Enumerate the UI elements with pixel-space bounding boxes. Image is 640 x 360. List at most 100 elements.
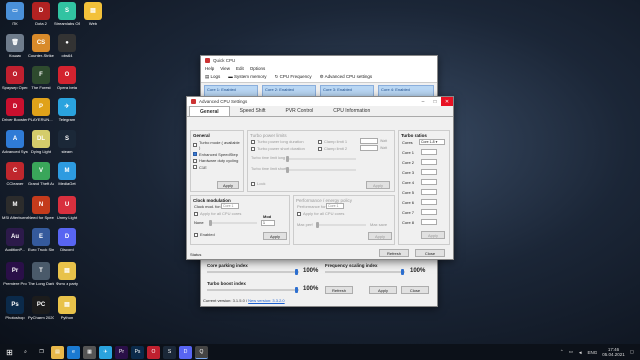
lock-box[interactable] bbox=[251, 181, 255, 186]
clock-apply-all-checkbox[interactable]: Apply for all CPU cores bbox=[194, 211, 241, 216]
speedstep-checkbox[interactable]: Enhanced SpeedStep bbox=[193, 152, 241, 157]
clamp1-checkbox[interactable]: Clamp limit 1 bbox=[318, 139, 347, 144]
short-duration-box[interactable] bbox=[251, 146, 255, 151]
perf-policy-thumb[interactable] bbox=[316, 222, 319, 228]
desktop-icon[interactable]: ▭ ПК bbox=[2, 2, 28, 26]
core-parking-slider[interactable] bbox=[207, 269, 299, 275]
cpu-frequency-button[interactable]: ↻ CPU Frequency bbox=[275, 74, 312, 80]
clamp1-box[interactable] bbox=[318, 139, 322, 144]
desktop-icon[interactable]: AAdvanced SystemCare bbox=[2, 130, 28, 154]
taskbar-edge-icon[interactable]: e bbox=[67, 345, 80, 359]
duty-cycling-checkbox[interactable]: Hardware duty cycling bbox=[193, 158, 241, 163]
quickcpu-apply-button[interactable]: Apply bbox=[369, 286, 397, 294]
desktop-icon[interactable]: D Dota 2 bbox=[28, 2, 54, 26]
desktop-icon[interactable]: VGrand Theft Auto V bbox=[28, 162, 54, 186]
perf-apply-all-box[interactable] bbox=[297, 211, 301, 216]
taskbar-quickcpu-icon[interactable]: Q bbox=[195, 345, 208, 359]
desktop-icon[interactable]: ▤ Web bbox=[80, 2, 106, 26]
desktop-icon[interactable]: T The Long Dark bbox=[28, 262, 54, 286]
desktop-icon[interactable]: OSpaysep Opera GX bbox=[2, 66, 28, 90]
desktop-icon[interactable]: ▤ Python bbox=[54, 296, 80, 320]
long-limit-thumb[interactable] bbox=[286, 156, 289, 162]
c1e-checkbox[interactable]: C1E bbox=[193, 165, 241, 170]
long-watt-input[interactable] bbox=[360, 138, 378, 144]
taskbar-store-icon[interactable]: ▦ bbox=[83, 345, 96, 359]
duty-cycling-box[interactable] bbox=[193, 158, 197, 163]
menu-help[interactable]: Help bbox=[205, 66, 214, 71]
taskbar-premiere-icon[interactable]: Pr bbox=[115, 345, 128, 359]
tray-clock[interactable]: 17:46 05.04.2021 bbox=[602, 347, 625, 357]
clock-apply-all-box[interactable] bbox=[194, 211, 198, 216]
tray-volume-icon[interactable]: ◄ bbox=[578, 350, 582, 355]
long-duration-checkbox[interactable]: Turbo power long duration bbox=[251, 139, 304, 144]
clock-mod-apply-button[interactable]: Apply bbox=[263, 232, 287, 240]
tab-general[interactable]: General bbox=[189, 106, 230, 116]
desktop-icon[interactable]: DL Dying Light bbox=[28, 130, 54, 154]
turbo-ratio-input[interactable] bbox=[421, 209, 437, 215]
long-duration-box[interactable] bbox=[251, 139, 255, 144]
desktop-icon[interactable]: CSCounter-Strike Global Offe... bbox=[28, 34, 54, 58]
turbo-ratio-input[interactable] bbox=[421, 159, 437, 165]
quickcpu-refresh-button[interactable]: Refresh bbox=[325, 286, 353, 294]
clock-mod-thumb[interactable] bbox=[209, 220, 212, 226]
taskbar-taskview-icon[interactable]: ❐ bbox=[35, 346, 48, 359]
advanced-refresh-button[interactable]: Refresh bbox=[379, 249, 409, 257]
desktop-icon[interactable]: Ps Photoshop bbox=[2, 296, 28, 320]
desktop-icon[interactable]: M MSI Afterburner bbox=[2, 196, 28, 220]
taskbar-opera-icon[interactable]: O bbox=[147, 345, 160, 359]
tab-cpu-information[interactable]: CPU Information bbox=[323, 106, 380, 116]
notification-icon[interactable]: ▢ bbox=[630, 349, 634, 355]
quickcpu-titlebar[interactable]: Quick CPU bbox=[201, 56, 437, 65]
start-button[interactable]: ⊞ bbox=[3, 346, 16, 359]
clamp2-checkbox[interactable]: Clamp limit 2 bbox=[318, 146, 347, 151]
desktop-icon[interactable]: ✈ Telegram bbox=[54, 98, 80, 122]
desktop-icon[interactable]: D Discord bbox=[54, 228, 80, 252]
desktop-icon[interactable]: F The Forest bbox=[28, 66, 54, 90]
taskbar-telegram-icon[interactable]: ✈ bbox=[99, 345, 112, 359]
taskbar-search-icon[interactable]: ⌕ bbox=[19, 346, 32, 359]
short-watt-input[interactable] bbox=[360, 145, 378, 151]
taskbar-photoshop-icon[interactable]: Ps bbox=[131, 345, 144, 359]
tab-speed-shift[interactable]: Speed Shift bbox=[230, 106, 276, 116]
perf-policy-apply-button[interactable]: Apply bbox=[368, 232, 392, 240]
maximize-icon[interactable]: □ bbox=[429, 97, 441, 106]
desktop-icon[interactable]: SStreamlabs OBS bbox=[54, 2, 80, 26]
turbo-ratio-input[interactable] bbox=[421, 169, 437, 175]
clock-mod-core-select[interactable]: Core 1 bbox=[221, 203, 239, 209]
perf-apply-all-checkbox[interactable]: Apply for all CPU cores bbox=[297, 211, 344, 216]
logs-button[interactable]: ▤ Logs bbox=[205, 74, 220, 80]
desktop-icon[interactable]: DDriver Booster 8 bbox=[2, 98, 28, 122]
system-memory-button[interactable]: ▬ System memory bbox=[228, 74, 266, 80]
desktop-icon[interactable]: Ssteam bbox=[54, 130, 80, 154]
mod-value-input[interactable]: 1 bbox=[261, 220, 275, 226]
turbo-ratio-input[interactable] bbox=[421, 219, 437, 225]
taskbar-steam-icon[interactable]: S bbox=[163, 345, 176, 359]
desktop-icon[interactable]: PPLAYERUN... BATTLEGR... bbox=[28, 98, 54, 122]
tray-chevron-icon[interactable]: ⌃ bbox=[560, 349, 564, 355]
desktop-icon[interactable]: EEuro Truck Simulator 2 bbox=[28, 228, 54, 252]
cores-select[interactable]: Core 1-8 ▾ bbox=[419, 139, 445, 145]
perf-policy-slider[interactable] bbox=[316, 222, 366, 228]
clock-mod-slider[interactable] bbox=[209, 220, 257, 226]
turbo-ratio-input[interactable] bbox=[421, 179, 437, 185]
clamp2-box[interactable] bbox=[318, 146, 322, 151]
taskbar-discord-icon[interactable]: D bbox=[179, 345, 192, 359]
turbo-mode-checkbox[interactable]: Turbo mode ( available ) bbox=[193, 140, 241, 150]
desktop-icon[interactable]: Pr Premiere Pro bbox=[2, 262, 28, 286]
turbo-boost-slider[interactable] bbox=[207, 287, 299, 293]
short-duration-checkbox[interactable]: Turbo power short duration bbox=[251, 146, 305, 151]
desktop-icon[interactable]: PCPyCharm 2020.3.5 x64 bbox=[28, 296, 54, 320]
minimize-icon[interactable]: – bbox=[417, 97, 429, 106]
desktop-icon[interactable]: U Unmy Light bbox=[54, 196, 80, 220]
enabled-box[interactable] bbox=[194, 232, 198, 237]
desktop-icon[interactable]: ● obs64 bbox=[54, 34, 80, 58]
lock-checkbox[interactable]: Lock bbox=[251, 181, 265, 186]
turbo-limits-apply-button[interactable]: Apply bbox=[366, 181, 390, 189]
turbo-ratio-input[interactable] bbox=[421, 199, 437, 205]
menu-edit[interactable]: Edit bbox=[236, 66, 244, 71]
turbo-mode-box[interactable] bbox=[193, 143, 197, 147]
c1e-box[interactable] bbox=[193, 165, 197, 170]
taskbar-explorer-icon[interactable]: ▤ bbox=[51, 345, 64, 359]
core-parking-thumb[interactable] bbox=[295, 269, 298, 275]
frequency-scaling-slider[interactable] bbox=[325, 269, 405, 275]
